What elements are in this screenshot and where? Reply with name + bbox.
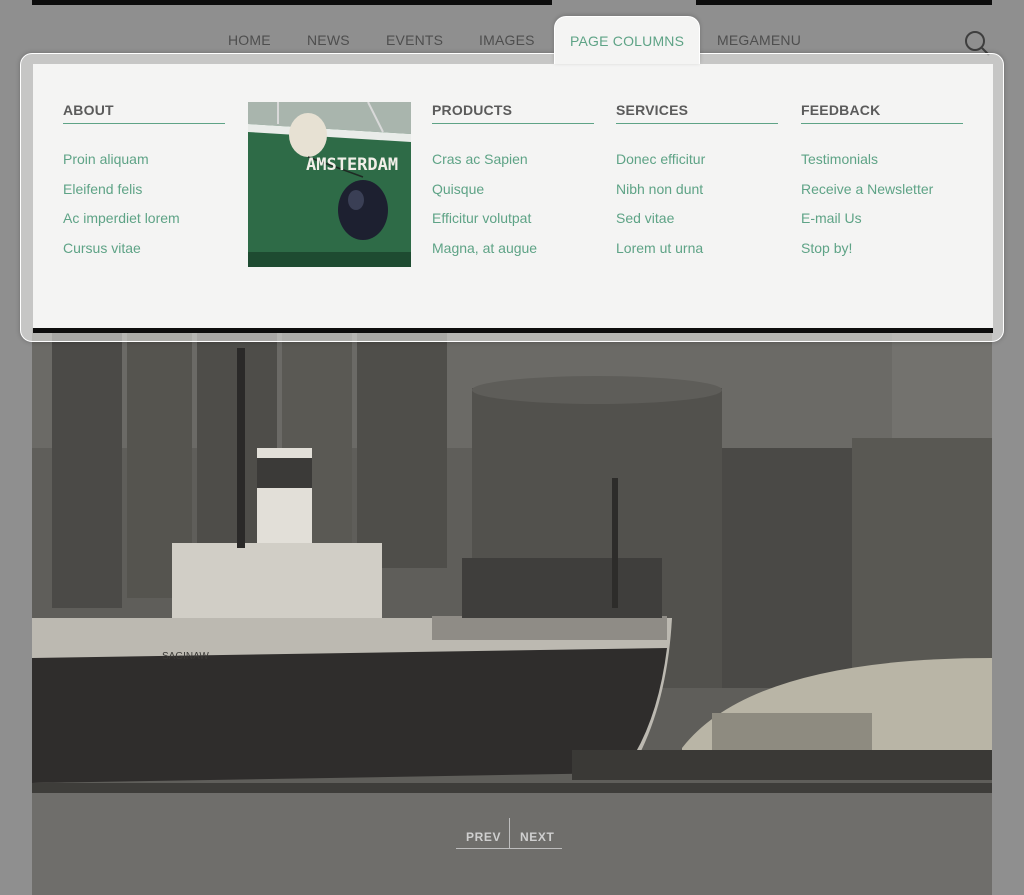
menu-link[interactable]: Efficitur volutpat (432, 208, 594, 238)
photo-caption-text: AMSTERDAM (306, 155, 398, 175)
menu-link[interactable]: Quisque (432, 179, 594, 209)
menu-link[interactable]: Cursus vitae (63, 238, 225, 268)
prev-button[interactable]: PREV (466, 830, 501, 844)
menu-link[interactable]: E-mail Us (801, 208, 963, 238)
menu-link[interactable]: Testimonials (801, 149, 963, 179)
column-heading: ABOUT (63, 102, 225, 124)
megamenu-column-services: SERVICES Donec efficitur Nibh non dunt S… (616, 102, 778, 268)
pager-divider (509, 818, 510, 848)
megamenu-photo[interactable]: AMSTERDAM (248, 102, 411, 267)
hero-image: SAGINAW (32, 328, 992, 895)
menu-link[interactable]: Sed vitae (616, 208, 778, 238)
column-heading: FEEDBACK (801, 102, 963, 124)
nav-item-page-columns[interactable]: PAGE COLUMNS (554, 16, 701, 64)
menu-link[interactable]: Ac imperdiet lorem (63, 208, 225, 238)
hero-harbor-scene: SAGINAW (32, 328, 992, 895)
menu-link[interactable]: Nibh non dunt (616, 179, 778, 209)
menu-link[interactable]: Lorem ut urna (616, 238, 778, 268)
main-nav: HOME NEWS EVENTS IMAGES PAGE COLUMNS MEG… (0, 0, 1024, 64)
megamenu-panel: ABOUT Proin aliquam Eleifend felis Ac im… (20, 53, 1004, 342)
nav-item-images[interactable]: IMAGES (479, 32, 535, 48)
menu-link[interactable]: Donec efficitur (616, 149, 778, 179)
column-heading: SERVICES (616, 102, 778, 124)
megamenu-bottom-bar (33, 328, 993, 333)
menu-link[interactable]: Magna, at augue (432, 238, 594, 268)
nav-item-megamenu[interactable]: MEGAMENU (717, 32, 801, 48)
megamenu-column-products: PRODUCTS Cras ac Sapien Quisque Efficitu… (432, 102, 594, 268)
megamenu-column-about: ABOUT Proin aliquam Eleifend felis Ac im… (63, 102, 225, 268)
ship-name-text: SAGINAW (162, 651, 209, 662)
menu-link[interactable]: Receive a Newsletter (801, 179, 963, 209)
menu-link[interactable]: Cras ac Sapien (432, 149, 594, 179)
pager-underline (456, 848, 562, 849)
nav-item-events[interactable]: EVENTS (386, 32, 443, 48)
next-button[interactable]: NEXT (520, 830, 554, 844)
megamenu-body: ABOUT Proin aliquam Eleifend felis Ac im… (33, 64, 993, 329)
nav-item-news[interactable]: NEWS (307, 32, 350, 48)
menu-link[interactable]: Eleifend felis (63, 179, 225, 209)
menu-link[interactable]: Proin aliquam (63, 149, 225, 179)
column-heading: PRODUCTS (432, 102, 594, 124)
menu-link[interactable]: Stop by! (801, 238, 963, 268)
nav-item-home[interactable]: HOME (228, 32, 271, 48)
megamenu-column-feedback: FEEDBACK Testimonials Receive a Newslett… (801, 102, 963, 268)
slider-pager: PREV NEXT (456, 818, 562, 850)
